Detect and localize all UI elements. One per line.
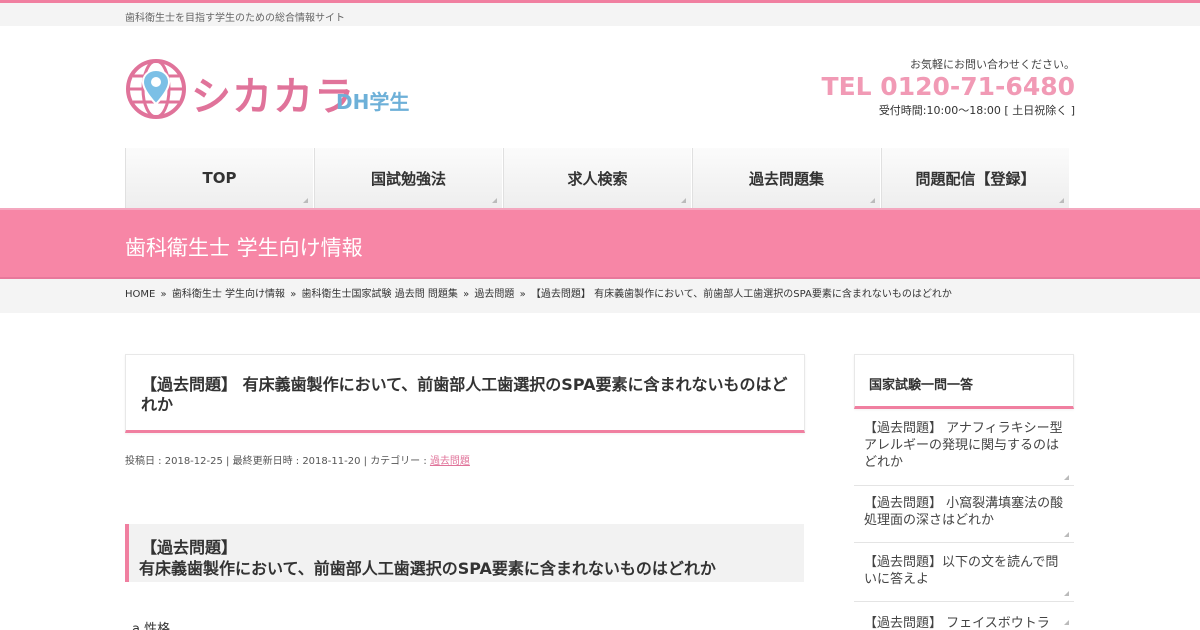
- tagline-bar: 歯科衛生士を目指す学生のための総合情報サイト: [0, 3, 1200, 26]
- breadcrumb-bar: HOME » 歯科衛生士 学生向け情報 » 歯科衛生士国家試験 過去問 問題集 …: [0, 279, 1200, 313]
- post-title-box: 【過去問題】 有床義歯製作において、前歯部人工歯選択のSPA要素に含まれないもの…: [125, 354, 805, 433]
- post-date: 投稿日 : 2018-12-25: [125, 456, 223, 467]
- breadcrumb-separator: »: [519, 289, 526, 300]
- logo-subtitle: DH学生: [336, 90, 410, 114]
- post-category-link[interactable]: 過去問題: [430, 456, 470, 467]
- sidebar-item[interactable]: 【過去問題】 フェイスボウトラ: [854, 605, 1074, 630]
- question-heading: 【過去問題】 有床義歯製作において、前歯部人工歯選択のSPA要素に含まれないもの…: [125, 524, 804, 582]
- sidebar-item-label: 【過去問題】 フェイスボウトラ: [864, 616, 1050, 630]
- site-logo[interactable]: シカカラ DH学生: [125, 58, 425, 120]
- nav-item-top[interactable]: TOP: [125, 148, 314, 208]
- breadcrumb: HOME » 歯科衛生士 学生向け情報 » 歯科衛生士国家試験 過去問 問題集 …: [125, 285, 954, 300]
- contact-phone[interactable]: TEL 0120-71-6480: [775, 72, 1075, 102]
- sidebar-heading-box: 国家試験一問一答: [854, 354, 1074, 409]
- sidebar-item[interactable]: 【過去問題】 アナフィラキシー型アレルギーの発現に関与するのはどれか: [854, 412, 1074, 486]
- sidebar-item-label: 【過去問題】 小窩裂溝填塞法の酸処理面の深さはどれか: [864, 496, 1064, 528]
- sidebar-item-label: 【過去問題】 アナフィラキシー型アレルギーの発現に関与するのはどれか: [864, 421, 1063, 470]
- sidebar-item-label: 【過去問題】以下の文を読んで問いに答えよ: [864, 555, 1059, 587]
- contact-hours: 受付時間:10:00～18:00 [ 土日祝除く ]: [878, 104, 1075, 117]
- breadcrumb-separator: »: [290, 289, 297, 300]
- post-title: 【過去問題】 有床義歯製作において、前歯部人工歯選択のSPA要素に含まれないもの…: [141, 375, 788, 414]
- breadcrumb-separator: »: [463, 289, 470, 300]
- globe-pin-icon: [126, 59, 186, 119]
- breadcrumb-home[interactable]: HOME: [125, 289, 155, 300]
- sidebar-item[interactable]: 【過去問題】 小窩裂溝填塞法の酸処理面の深さはどれか: [854, 487, 1074, 543]
- contact-info: お気軽にお問い合わせください。 TEL 0120-71-6480 受付時間:10…: [775, 56, 1075, 118]
- breadcrumb-past-questions[interactable]: 過去問題: [474, 289, 514, 300]
- banner-title: 歯科衛生士 学生向け情報: [125, 236, 363, 260]
- global-nav: TOP 国試勉強法 求人検索 過去問題集 問題配信【登録】: [125, 148, 1071, 208]
- contact-note: お気軽にお問い合わせください。: [910, 58, 1075, 71]
- nav-item-study-method[interactable]: 国試勉強法: [314, 148, 503, 208]
- nav-item-job-search[interactable]: 求人検索: [503, 148, 692, 208]
- post-category-label: カテゴリー :: [370, 456, 427, 467]
- site-tagline: 歯科衛生士を目指す学生のための総合情報サイト: [125, 13, 345, 24]
- category-banner: 歯科衛生士 学生向け情報: [0, 208, 1200, 279]
- question-heading-text: 有床義歯製作において、前歯部人工歯選択のSPA要素に含まれないものはどれか: [139, 559, 716, 578]
- sidebar-item[interactable]: 【過去問題】以下の文を読んで問いに答えよ: [854, 546, 1074, 602]
- post-meta: 投稿日 : 2018-12-25 | 最終更新日時 : 2018-11-20 |…: [125, 452, 470, 467]
- breadcrumb-category[interactable]: 歯科衛生士 学生向け情報: [172, 289, 285, 300]
- nav-item-past-questions[interactable]: 過去問題集: [692, 148, 881, 208]
- post-updated-date: 最終更新日時 : 2018-11-20: [232, 456, 361, 467]
- answer-option-a: a 性格: [132, 622, 171, 630]
- logo-wordmark: シカカラ: [191, 74, 355, 120]
- sidebar-heading: 国家試験一問一答: [869, 378, 974, 393]
- breadcrumb-current: 【過去問題】 有床義歯製作において、前歯部人工歯選択のSPA要素に含まれないもの…: [530, 289, 952, 300]
- breadcrumb-question-bank[interactable]: 歯科衛生士国家試験 過去問 問題集: [302, 289, 458, 300]
- breadcrumb-separator: »: [160, 289, 167, 300]
- nav-item-question-delivery[interactable]: 問題配信【登録】: [881, 148, 1070, 208]
